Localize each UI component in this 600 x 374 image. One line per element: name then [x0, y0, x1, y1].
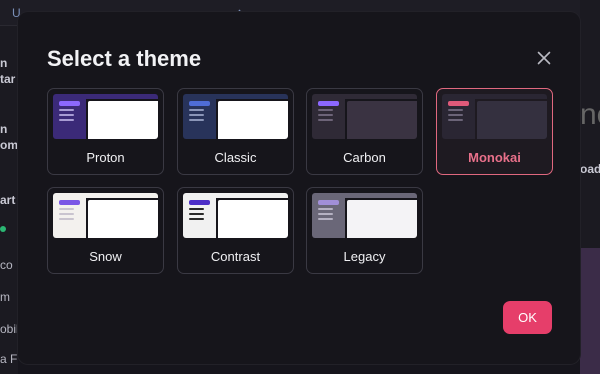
theme-option-proton[interactable]: Proton	[47, 88, 164, 175]
theme-label: Monokai	[468, 150, 521, 165]
theme-label: Proton	[86, 150, 125, 165]
background-text-fragment: n	[0, 122, 8, 136]
theme-preview-classic	[183, 94, 288, 139]
theme-label: Snow	[89, 249, 122, 264]
theme-preview-carbon	[312, 94, 417, 139]
background-heading-fragment: ne	[580, 98, 600, 131]
close-icon	[537, 51, 551, 65]
theme-label: Legacy	[343, 249, 386, 264]
background-text-fragment: tar	[0, 72, 16, 86]
status-dot	[0, 226, 6, 232]
dialog-title: Select a theme	[47, 46, 202, 71]
background-text-fragment: m	[0, 290, 10, 304]
theme-option-carbon[interactable]: Carbon	[306, 88, 423, 175]
theme-option-monokai[interactable]: Monokai	[436, 88, 553, 175]
theme-option-snow[interactable]: Snow	[47, 187, 164, 274]
theme-label: Carbon	[343, 150, 386, 165]
theme-option-legacy[interactable]: Legacy	[306, 187, 423, 274]
background-right-panel: ne oad	[580, 0, 600, 374]
theme-preview-snow	[53, 193, 158, 238]
background-text-fragment: obil	[0, 322, 19, 336]
background-text-fragment: oad	[580, 162, 600, 176]
theme-option-classic[interactable]: Classic	[177, 88, 294, 175]
theme-label: Classic	[214, 150, 257, 165]
theme-label: Contrast	[210, 249, 261, 264]
theme-dialog: Select a theme Proton Classic Carbon Mon…	[18, 12, 580, 364]
background-text-fragment: a F	[0, 352, 18, 366]
close-button[interactable]	[534, 48, 554, 68]
theme-option-contrast[interactable]: Contrast	[177, 187, 294, 274]
theme-preview-legacy	[312, 193, 417, 238]
theme-preview-proton	[53, 94, 158, 139]
background-text-fragment: n	[0, 56, 8, 70]
theme-preview-monokai	[442, 94, 547, 139]
theme-preview-contrast	[183, 193, 288, 238]
background-text-fragment: art	[0, 193, 16, 207]
background-card	[580, 248, 600, 374]
background-text-fragment: co	[0, 258, 13, 272]
ok-button[interactable]: OK	[503, 301, 552, 334]
background-text-fragment: om	[0, 138, 18, 152]
